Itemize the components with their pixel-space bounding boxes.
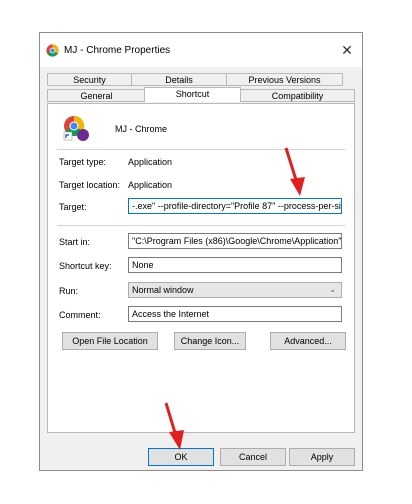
start-in-label: Start in: — [59, 237, 91, 247]
run-select[interactable]: Normal window ⌄ — [128, 282, 342, 298]
start-in-field[interactable]: "C:\Program Files (x86)\Google\Chrome\Ap… — [128, 233, 342, 249]
target-location-label: Target location: — [59, 180, 121, 190]
run-label: Run: — [59, 286, 79, 296]
annotation-arrow-ok — [164, 402, 184, 450]
shortcut-key-field[interactable]: None — [128, 257, 342, 273]
target-label: Target: — [59, 202, 87, 212]
tab-previous-versions[interactable]: Previous Versions — [226, 73, 343, 86]
shortcut-app-icon — [63, 116, 89, 141]
tab-compatibility[interactable]: Compatibility — [240, 89, 355, 102]
advanced-button[interactable]: Advanced... — [270, 332, 346, 350]
shortcut-key-label: Shortcut key: — [59, 261, 112, 271]
shortcut-name: MJ - Chrome — [115, 124, 168, 134]
change-icon-button[interactable]: Change Icon... — [174, 332, 246, 350]
target-location-value: Application — [128, 180, 173, 190]
apply-button[interactable]: Apply — [289, 448, 355, 466]
tab-details[interactable]: Details — [131, 73, 227, 86]
properties-dialog: MJ - Chrome Properties ✕ Security Detail… — [39, 32, 363, 471]
chrome-icon — [46, 44, 59, 57]
annotation-arrow-target — [284, 147, 305, 196]
target-type-label: Target type: — [59, 157, 107, 167]
chevron-down-icon: ⌄ — [329, 285, 336, 294]
comment-label: Comment: — [59, 310, 101, 320]
title-bar: MJ - Chrome Properties ✕ — [40, 33, 362, 67]
open-file-location-button[interactable]: Open File Location — [62, 332, 158, 350]
tab-general[interactable]: General — [47, 89, 146, 102]
tab-security[interactable]: Security — [47, 73, 132, 86]
comment-field[interactable]: Access the Internet — [128, 306, 342, 322]
target-type-value: Application — [128, 157, 173, 167]
divider — [57, 225, 345, 226]
close-button[interactable]: ✕ — [338, 41, 356, 59]
cancel-button[interactable]: Cancel — [220, 448, 286, 466]
tab-shortcut[interactable]: Shortcut — [144, 87, 241, 102]
window-title: MJ - Chrome Properties — [64, 45, 171, 56]
close-icon: ✕ — [341, 42, 353, 58]
